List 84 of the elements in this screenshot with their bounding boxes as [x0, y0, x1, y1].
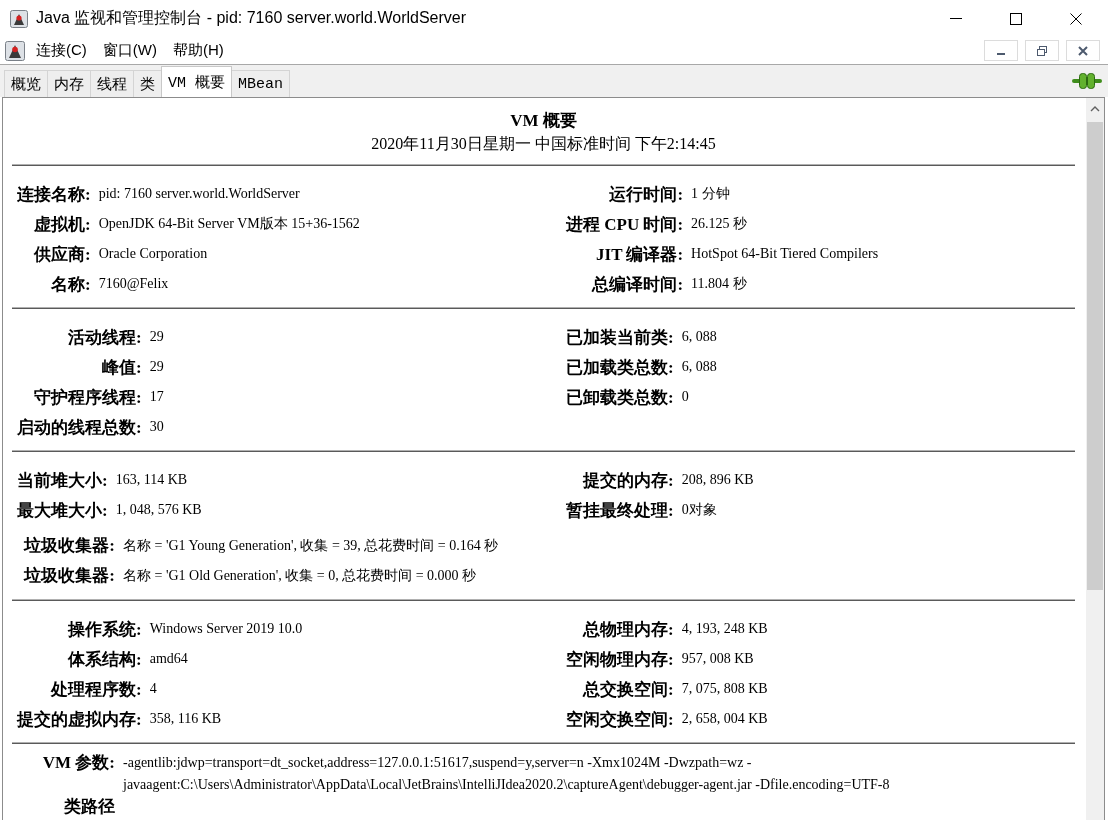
field-label: 垃圾收集器: — [24, 535, 115, 557]
menu-item[interactable]: 窗口(W) — [94, 39, 165, 62]
field-value: Windows Server 2019 10.0 — [149, 621, 303, 637]
field-value: 26.125 秒 — [691, 215, 748, 233]
minimize-button[interactable] — [984, 40, 1018, 61]
field-label: 提交的内存: — [583, 469, 674, 492]
scrollbar-thumb[interactable] — [1087, 122, 1103, 590]
field-value: 0对象 — [681, 501, 717, 519]
field-value: 17 — [149, 389, 164, 405]
field-value: 4 — [149, 681, 157, 697]
field-value: -agentlib:jdwp=transport=dt_socket,address=127.0.0.1:51617,suspend=y,server=n -Xmx1024M -Dwzpath=wz -javaagent:C:\Users\Administrator\AppData\Local\JetBrains\IntelliJIdea2020.2\captureAgent\debugger-agent.jar -Dfile.encoding=UTF-8 — [123, 754, 891, 794]
field-label: 暂挂最终处理: — [566, 499, 674, 522]
field-value: 30 — [149, 419, 164, 435]
restore-button[interactable] — [1025, 40, 1059, 61]
field-value: 名称 = 'G1 Old Generation', 收集 = 0, 总花费时间 = 0.000 秒 — [123, 567, 477, 585]
maximize-icon — [1010, 12, 1022, 25]
menu-item[interactable]: 帮助(H) — [165, 39, 232, 62]
field-label: 活动线程: — [68, 326, 142, 349]
field-value: 358, 116 KB — [149, 711, 222, 727]
field-label: 总交换空间: — [583, 678, 674, 701]
field-label: 供应商: — [34, 243, 91, 266]
field-label: 峰值: — [102, 356, 142, 379]
field-label: 守护程序线程: — [34, 386, 142, 409]
field-label: 提交的虚拟内存: — [17, 708, 142, 731]
field-label: 虚拟机: — [34, 213, 91, 236]
app-icon — [10, 9, 28, 28]
field-label: 处理程序数: — [51, 678, 142, 701]
tab[interactable]: 概览 — [4, 70, 48, 97]
field-label: 进程 CPU 时间: — [566, 213, 684, 236]
field-value: 1 分钟 — [691, 185, 730, 203]
field-label: 已加装当前类: — [566, 326, 674, 349]
field-label: 类路径 — [64, 796, 115, 818]
field-label: 总编译时间: — [592, 273, 684, 296]
field-label: 连接名称: — [17, 183, 91, 206]
field-value: HotSpot 64-Bit Tiered Compilers — [691, 246, 879, 262]
field-label: 名称: — [51, 273, 91, 296]
tab[interactable]: VM 概要 — [161, 66, 232, 97]
minimize-icon — [997, 52, 1005, 55]
field-label: 已卸载类总数: — [566, 386, 674, 409]
field-label: 总物理内存: — [583, 618, 674, 641]
field-value: 4, 193, 248 KB — [681, 621, 768, 637]
field-value: 163, 114 KB — [115, 472, 188, 488]
field-value: OpenJDK 64-Bit Server VM版本 15+36-1562 — [98, 215, 360, 233]
field-label: 空闲交换空间: — [566, 708, 674, 731]
field-value: 1, 048, 576 KB — [115, 502, 202, 518]
plug-icon[interactable] — [1072, 73, 1102, 89]
field-value: 0 — [681, 389, 689, 405]
field-label: VM 参数: — [42, 752, 115, 774]
field-label: 垃圾收集器: — [24, 565, 115, 587]
field-label: 启动的线程总数: — [17, 416, 142, 439]
field-value: pid: 7160 server.world.WorldServer — [98, 186, 300, 202]
timestamp: 2020年11月30日星期一 中国标准时间 下午2:14:45 — [370, 134, 717, 154]
field-label: 体系结构: — [68, 648, 142, 671]
close-icon — [1070, 12, 1082, 25]
field-value: 7160@Felix — [98, 276, 169, 292]
close-icon — [1078, 45, 1088, 56]
field-value: 11.804 秒 — [691, 275, 747, 293]
field-value: 29 — [149, 329, 164, 345]
field-label: 最大堆大小: — [17, 499, 108, 522]
field-value: 29 — [149, 359, 164, 375]
field-label: 已加载类总数: — [566, 356, 674, 379]
field-value: 7, 075, 808 KB — [681, 681, 768, 697]
field-value: 6, 088 — [681, 329, 717, 345]
menu-item[interactable]: 连接(C) — [28, 39, 95, 62]
restore-icon — [1037, 45, 1047, 56]
chevron-up-icon — [1090, 106, 1100, 112]
field-value: 957, 008 KB — [681, 651, 754, 667]
field-value: 6, 088 — [681, 359, 717, 375]
field-label: 空闲物理内存: — [566, 648, 674, 671]
close-button[interactable] — [1066, 40, 1100, 61]
field-value: Oracle Corporation — [98, 246, 208, 262]
app-icon — [5, 40, 25, 61]
field-label: 运行时间: — [609, 183, 684, 206]
field-label: 操作系统: — [68, 618, 142, 641]
field-value: amd64 — [149, 651, 188, 667]
window-title: Java 监视和管理控制台 - pid: 7160 server.world.WorldServer — [36, 8, 467, 28]
field-label: 当前堆大小: — [17, 469, 108, 492]
summary-title: VM 概要 — [509, 110, 578, 132]
field-value: 2, 658, 004 KB — [681, 711, 768, 727]
tab[interactable]: MBean — [231, 70, 291, 97]
minimize-icon — [950, 18, 962, 19]
field-value: 名称 = 'G1 Young Generation', 收集 = 39, 总花费时间 = 0.164 秒 — [123, 537, 499, 555]
field-label: JIT 编译器: — [596, 243, 684, 266]
field-value: 208, 896 KB — [681, 472, 754, 488]
